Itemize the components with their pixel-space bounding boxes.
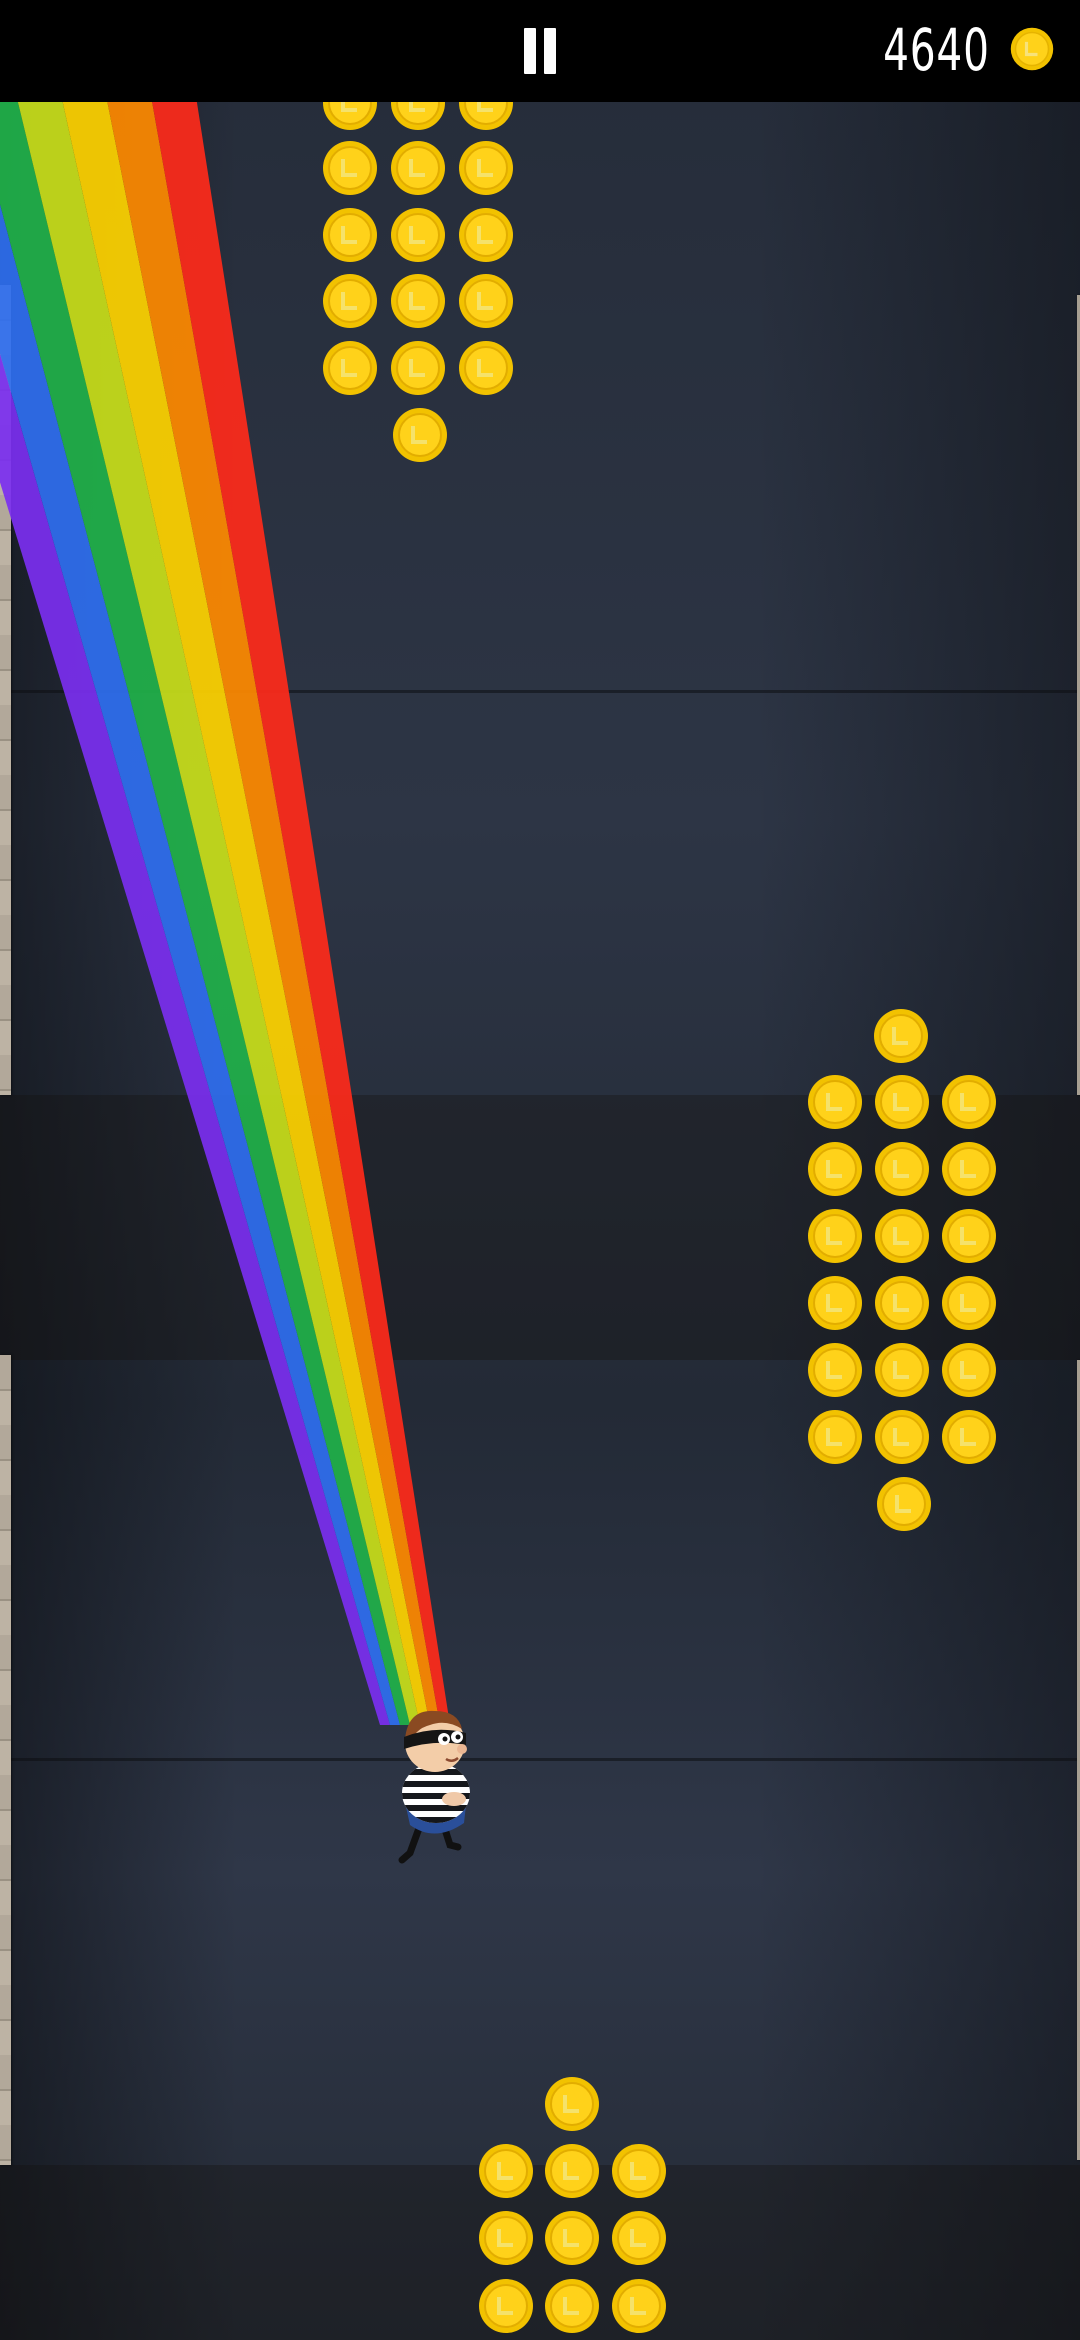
coin-score: 4640 [883,16,990,84]
pause-icon [524,28,536,74]
player-character [380,1695,490,1865]
robber-character-icon [398,1710,470,1864]
hud-bar: 4640 [0,0,1080,102]
pause-button[interactable] [520,28,560,76]
rainbow-trail [0,90,450,1725]
coin-icon [1010,27,1054,71]
rainbow-band [60,90,430,1725]
game-screen[interactable]: 4640 [0,0,1080,2340]
